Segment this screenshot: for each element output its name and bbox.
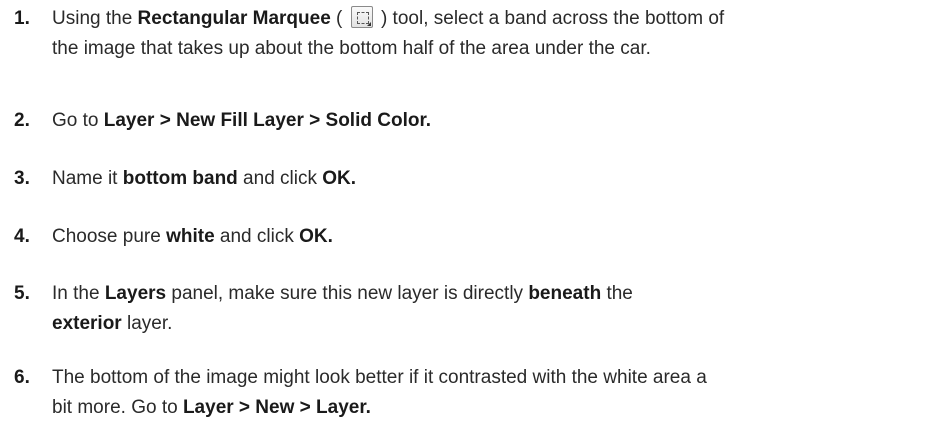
step-text: The bottom of the image might look bette…	[52, 363, 922, 423]
step-text-segment: Using the	[52, 8, 138, 29]
step-text-segment: and click	[214, 226, 300, 247]
step-text-segment: and click	[237, 168, 323, 189]
layer-name: bottom band	[122, 168, 238, 189]
step-text-segment: The bottom of the image might look bette…	[52, 367, 707, 388]
step-text: Choose pure white and click OK.	[52, 222, 922, 252]
step-number: 4.	[14, 226, 30, 247]
step-text-segment: Choose pure	[52, 226, 167, 247]
rectangular-marquee-icon	[350, 6, 373, 28]
step-text: Go to Layer > New Fill Layer > Solid Col…	[52, 106, 922, 136]
menu-path: Layer > New > Layer.	[182, 397, 371, 418]
panel-name: Layers	[104, 283, 167, 304]
step-text-segment: (	[330, 8, 348, 29]
emphasis: beneath	[528, 283, 602, 304]
step-text-segment: panel, make sure this new layer is direc…	[166, 283, 529, 304]
step-number: 1.	[14, 8, 30, 29]
step-text-segment: layer.	[121, 313, 173, 334]
step-text-segment: ) tool, select a band across the bottom …	[375, 8, 725, 29]
step-text: Name it bottom band and click OK.	[52, 164, 922, 194]
tool-name: Rectangular Marquee	[137, 8, 331, 29]
color-name: white	[166, 226, 215, 247]
step-text-segment: Go to	[52, 110, 104, 131]
step-text: In the Layers panel, make sure this new …	[52, 279, 922, 339]
step-text-segment: In the	[52, 283, 105, 304]
button-reference: OK.	[299, 226, 333, 247]
step-number: 6.	[14, 367, 30, 388]
step-text-segment: the	[601, 283, 633, 304]
step-text: Using the Rectangular Marquee ( ) tool, …	[52, 4, 922, 64]
layer-name: exterior	[52, 313, 122, 334]
menu-path: Layer > New Fill Layer > Solid Color.	[103, 110, 432, 131]
button-reference: OK.	[322, 168, 357, 189]
step-number: 5.	[14, 283, 30, 304]
step-number: 2.	[14, 110, 30, 131]
step-number: 3.	[14, 168, 30, 189]
step-text-segment: the image that takes up about the bottom…	[52, 38, 651, 59]
step-text-segment: bit more. Go to	[52, 397, 183, 418]
step-text-segment: Name it	[52, 168, 123, 189]
